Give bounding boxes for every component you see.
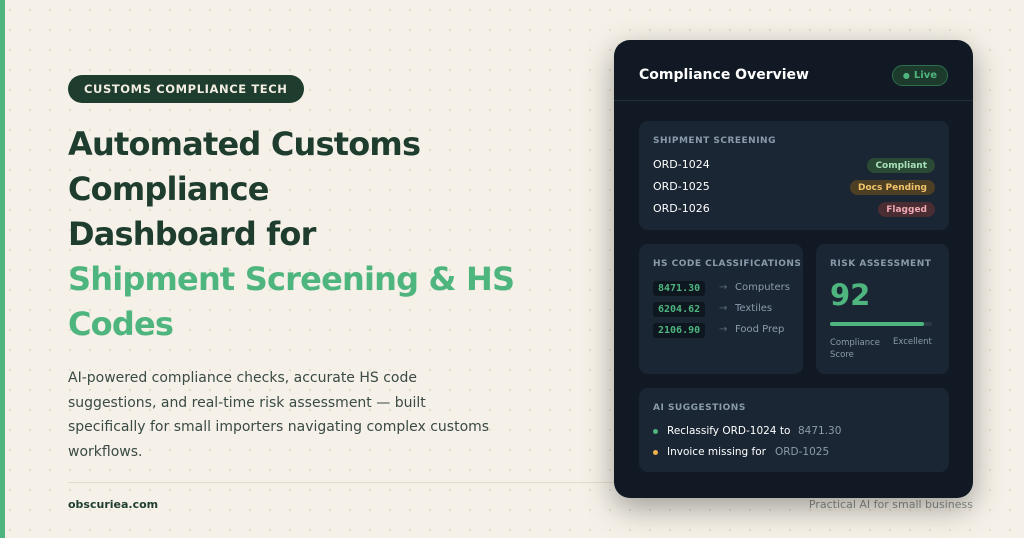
hs-category: Food Prep bbox=[735, 324, 785, 335]
hero-headline: Automated Customs Compliance Dashboard f… bbox=[68, 122, 588, 347]
suggestion-dot-icon bbox=[653, 429, 658, 434]
shipment-row[interactable]: ORD-1026 Flagged bbox=[653, 202, 935, 218]
hs-code: 2106.90 bbox=[653, 323, 706, 338]
risk-progress-fill bbox=[830, 322, 924, 326]
hs-code: 6204.62 bbox=[653, 302, 706, 317]
ai-suggestions-card: AI SUGGESTIONS Reclassify ORD-1024 to 84… bbox=[639, 388, 949, 472]
shipment-row[interactable]: ORD-1025 Docs Pending bbox=[653, 180, 935, 196]
card-label: AI SUGGESTIONS bbox=[653, 403, 746, 413]
live-dot-icon: ● bbox=[902, 70, 910, 80]
footer-tagline: Practical AI for small business bbox=[808, 498, 973, 511]
headline-line: Dashboard for bbox=[68, 215, 316, 253]
left-accent-stripe bbox=[0, 0, 5, 538]
arrow-right-icon: → bbox=[719, 303, 728, 314]
status-badge: Docs Pending bbox=[850, 180, 935, 195]
risk-rating: Excellent bbox=[893, 337, 932, 347]
panel-title: Compliance Overview bbox=[639, 67, 809, 83]
suggestion-reference: ORD-1025 bbox=[775, 446, 830, 458]
shipment-id: ORD-1024 bbox=[653, 158, 710, 171]
live-label: Live bbox=[913, 70, 937, 81]
hero-description: AI-powered compliance checks, accurate H… bbox=[68, 370, 490, 460]
card-label: SHIPMENT SCREENING bbox=[653, 136, 776, 146]
suggestion-reference: 8471.30 bbox=[798, 425, 842, 437]
headline-line: Automated Customs bbox=[68, 125, 421, 163]
shipment-row[interactable]: ORD-1024 Compliant bbox=[653, 158, 935, 174]
suggestion-dot-icon bbox=[653, 450, 658, 455]
headline-accent-line: Shipment Screening & HS bbox=[68, 260, 515, 298]
risk-progress-bar bbox=[830, 322, 932, 326]
shipment-id: ORD-1025 bbox=[653, 180, 710, 193]
suggestion-text: Invoice missing for bbox=[667, 446, 766, 458]
card-label: RISK ASSESSMENT bbox=[830, 259, 932, 269]
compliance-overview-panel: Compliance Overview ● Live SHIPMENT SCRE… bbox=[614, 40, 973, 498]
arrow-right-icon: → bbox=[719, 282, 728, 293]
status-badge: Flagged bbox=[878, 202, 935, 217]
live-status-badge: ● Live bbox=[891, 65, 948, 86]
site-link[interactable]: obscuriea.com bbox=[68, 498, 158, 511]
headline-line: Compliance bbox=[68, 170, 270, 208]
hs-category: Textiles bbox=[735, 303, 773, 314]
card-label: HS CODE CLASSIFICATIONS bbox=[653, 259, 802, 269]
risk-assessment-card: RISK ASSESSMENT 92 Compliance Score Exce… bbox=[816, 244, 949, 374]
panel-header: Compliance Overview ● Live bbox=[614, 40, 973, 101]
hs-category: Computers bbox=[735, 282, 790, 293]
headline-accent-line: Codes bbox=[68, 305, 174, 343]
hs-code-card: HS CODE CLASSIFICATIONS 8471.30 → Comput… bbox=[639, 244, 803, 374]
suggestion-text: Reclassify ORD-1024 to bbox=[667, 425, 791, 437]
risk-caption: Compliance Score bbox=[830, 338, 881, 360]
risk-score: 92 bbox=[830, 278, 871, 312]
arrow-right-icon: → bbox=[719, 324, 728, 335]
hs-code: 8471.30 bbox=[653, 281, 706, 296]
status-badge: Compliant bbox=[867, 158, 935, 173]
shipment-id: ORD-1026 bbox=[653, 202, 710, 215]
category-pill: CUSTOMS COMPLIANCE TECH bbox=[68, 75, 304, 103]
shipment-screening-card: SHIPMENT SCREENING ORD-1024 Compliant OR… bbox=[639, 121, 949, 230]
